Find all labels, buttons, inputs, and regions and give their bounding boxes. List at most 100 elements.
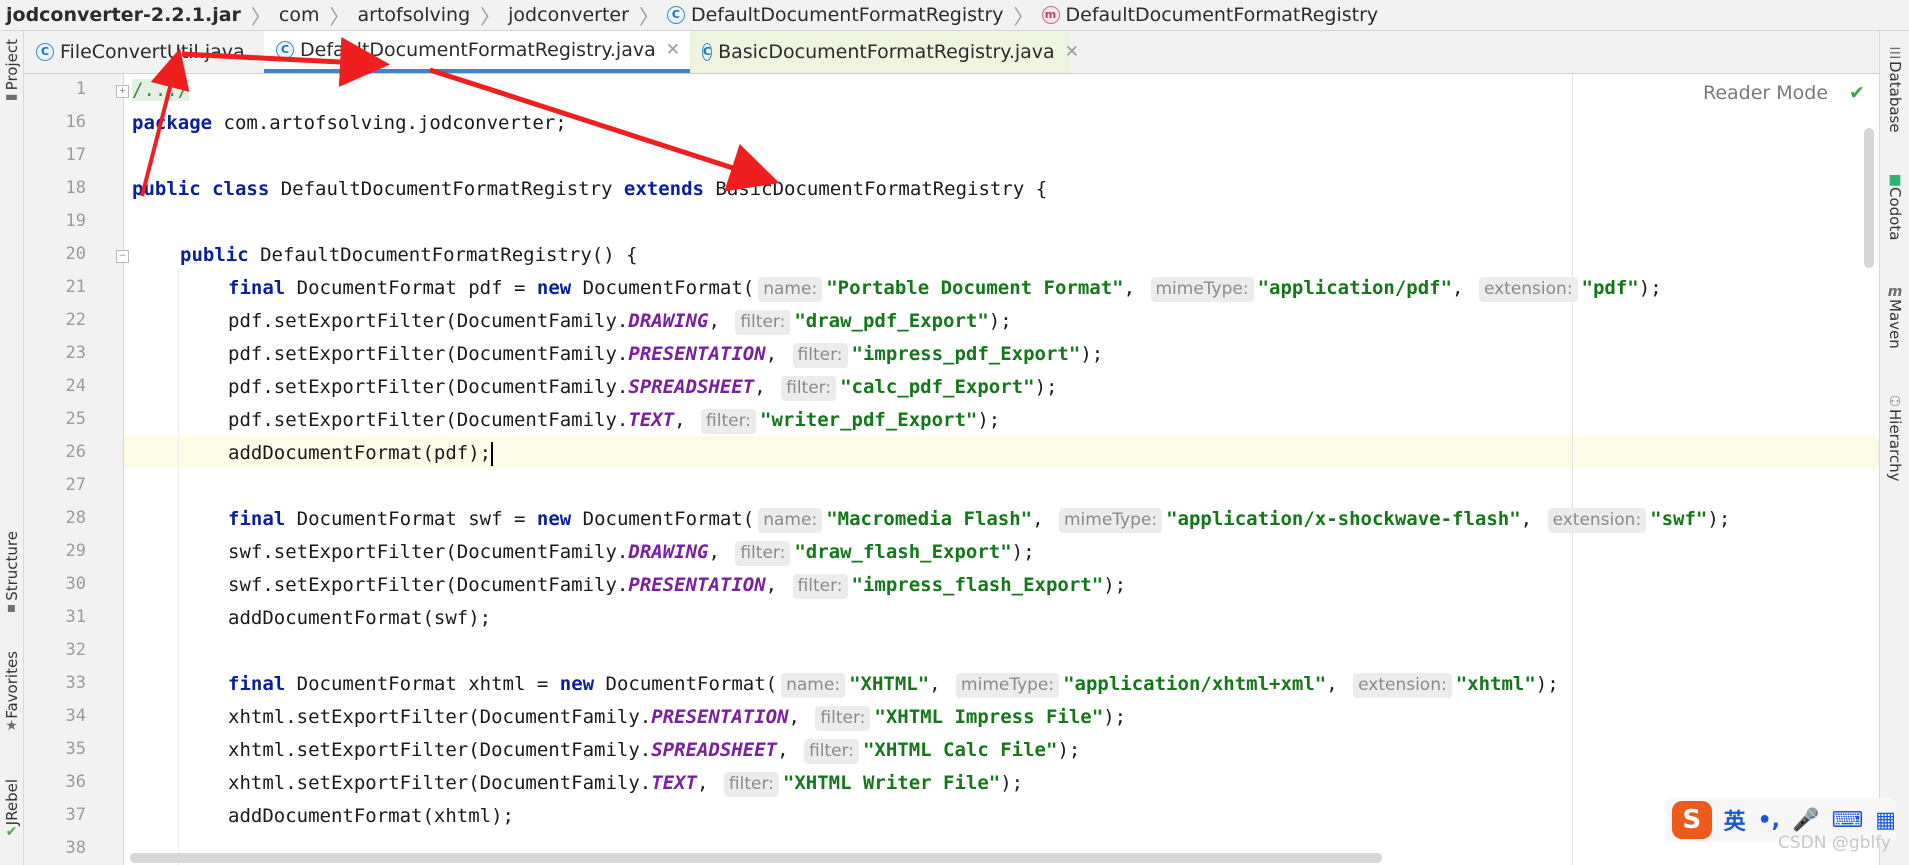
code-text: DocumentFormat pdf =: [285, 277, 537, 299]
keyboard-icon[interactable]: ⌨: [1831, 808, 1863, 833]
code-line-34: xhtml.setExportFilter(DocumentFamily.PRE…: [228, 701, 1126, 734]
parameter-hint: name:: [758, 508, 823, 533]
breadcrumb-method[interactable]: m DefaultDocumentFormatRegistry: [1034, 4, 1379, 26]
line-number: 28: [65, 508, 86, 528]
code-text: DefaultDocumentFormatRegistry: [269, 178, 624, 200]
line-number: 32: [65, 640, 86, 660]
microphone-icon[interactable]: 🎤: [1792, 808, 1819, 833]
vertical-scrollbar[interactable]: [1864, 128, 1874, 268]
tool-maven-label: Maven: [1886, 299, 1904, 349]
code-line-35: xhtml.setExportFilter(DocumentFamily.SPR…: [228, 734, 1080, 767]
class-icon: C: [276, 41, 294, 59]
left-tool-strip: Project ▬ Structure ▪ Favorites ★ JRebel…: [0, 31, 24, 865]
enum-constant: PRESENTATION: [628, 574, 766, 596]
checkmark-icon[interactable]: ✔: [1849, 82, 1865, 104]
close-icon[interactable]: ✕: [666, 40, 680, 60]
line-number: 31: [65, 607, 86, 627]
codota-icon: ■: [1888, 172, 1902, 188]
tab-file-convert-util[interactable]: C FileConvertUtil.java: [24, 31, 264, 73]
parameter-hint: extension:: [1478, 277, 1578, 302]
line-number: 29: [65, 541, 86, 561]
tab-basic-document-format-registry[interactable]: C BasicDocumentFormatRegistry.java ✕: [690, 31, 1079, 73]
line-number: 22: [65, 310, 86, 330]
code-text: addDocumentFormat(pdf);: [228, 442, 492, 464]
code-text: addDocumentFormat(swf);: [228, 607, 492, 629]
parameter-hint: filter:: [735, 310, 791, 335]
fold-toggle-icon[interactable]: −: [116, 250, 129, 263]
chevron-right-icon: 〉: [480, 4, 501, 29]
tool-favorites[interactable]: Favorites ★: [0, 651, 23, 733]
keyword: package: [132, 112, 213, 134]
enum-constant: DRAWING: [628, 541, 709, 563]
parameter-hint: filter:: [781, 376, 837, 401]
sogou-logo-icon[interactable]: S: [1672, 801, 1712, 839]
code-text: xhtml.setExportFilter(DocumentFamily.: [228, 739, 652, 761]
parameter-hint: filter:: [701, 409, 757, 434]
close-icon[interactable]: ✕: [1065, 42, 1079, 62]
code-text: swf.setExportFilter(DocumentFamily.: [228, 541, 629, 563]
reader-mode-button[interactable]: Reader Mode: [1703, 82, 1828, 104]
tool-hierarchy-label: Hierarchy: [1886, 409, 1904, 482]
breadcrumb-jar[interactable]: jodconverter-2.2.1.jar: [0, 4, 241, 26]
tool-maven[interactable]: m Maven: [1880, 285, 1909, 349]
keyword: public: [180, 244, 249, 266]
line-number: 35: [65, 739, 86, 759]
breadcrumb-method-label: DefaultDocumentFormatRegistry: [1065, 4, 1379, 26]
code-text: com.artofsolving.jodconverter;: [212, 112, 567, 134]
line-number: 37: [65, 805, 86, 825]
tool-database[interactable]: ☰ Database: [1880, 47, 1909, 133]
ime-language-toggle[interactable]: 英: [1724, 804, 1746, 836]
breadcrumb-class[interactable]: C DefaultDocumentFormatRegistry: [659, 4, 1004, 26]
string-literal: "impress_flash_Export": [851, 574, 1104, 596]
breadcrumb-artofsolving[interactable]: artofsolving: [350, 4, 471, 26]
tool-structure-label: Structure: [2, 531, 21, 601]
tool-structure[interactable]: Structure ▪: [0, 531, 23, 615]
code-line-33: final DocumentFormat xhtml = new Documen…: [228, 668, 1559, 701]
line-number: 34: [65, 706, 86, 726]
grid-menu-icon[interactable]: ▦: [1875, 808, 1896, 833]
star-icon: ★: [5, 717, 18, 734]
tab-label: DefaultDocumentFormatRegistry.java: [300, 39, 656, 61]
folded-comment[interactable]: /.../: [132, 79, 190, 101]
breadcrumb-com[interactable]: com: [271, 4, 320, 26]
code-line-29: swf.setExportFilter(DocumentFamily.DRAWI…: [228, 536, 1035, 569]
code-text: DocumentFormat(: [571, 508, 755, 530]
tool-project-label: Project: [2, 39, 21, 91]
parameter-hint: filter:: [792, 574, 848, 599]
code-line-23: pdf.setExportFilter(DocumentFamily.PRESE…: [228, 338, 1103, 371]
line-number: 18: [65, 178, 86, 198]
fold-toggle-icon[interactable]: +: [116, 85, 129, 98]
enum-constant: SPREADSHEET: [651, 739, 778, 761]
line-number: 1: [75, 79, 86, 99]
enum-constant: TEXT: [651, 772, 698, 794]
code-text: pdf.setExportFilter(DocumentFamily.: [228, 310, 629, 332]
code-text: DefaultDocumentFormatRegistry() {: [248, 244, 638, 266]
parameter-hint: filter:: [792, 343, 848, 368]
watermark: CSDN @gblfy: [1778, 833, 1891, 853]
code-text: xhtml.setExportFilter(DocumentFamily.: [228, 772, 652, 794]
string-literal: "Macromedia Flash": [826, 508, 1033, 530]
line-number: 33: [65, 673, 86, 693]
tool-hierarchy[interactable]: ⚇ Hierarchy: [1880, 395, 1909, 482]
class-icon: C: [702, 43, 713, 61]
code-line-18: public class DefaultDocumentFormatRegist…: [132, 173, 1047, 206]
string-literal: "application/x-shockwave-flash": [1166, 508, 1521, 530]
horizontal-scrollbar[interactable]: [130, 853, 1382, 863]
parameter-hint: mimeType:: [1150, 277, 1254, 302]
tool-jrebel[interactable]: JRebel ✔: [0, 779, 23, 839]
code-line-22: pdf.setExportFilter(DocumentFamily.DRAWI…: [228, 305, 1012, 338]
ime-punctuation-toggle[interactable]: •,: [1758, 808, 1780, 833]
tool-codota[interactable]: ■ Codota: [1880, 173, 1909, 240]
hierarchy-icon: ⚇: [1888, 394, 1902, 410]
tab-default-document-format-registry[interactable]: C DefaultDocumentFormatRegistry.java ✕: [264, 31, 690, 73]
keyword: extends: [623, 178, 704, 200]
tool-favorites-label: Favorites: [2, 651, 21, 719]
breadcrumb-jodconverter[interactable]: jodconverter: [500, 4, 629, 26]
string-literal: "pdf": [1581, 277, 1639, 299]
parameter-hint: filter:: [803, 739, 859, 764]
line-number: 25: [65, 409, 86, 429]
line-number: 24: [65, 376, 86, 396]
string-literal: "application/pdf": [1257, 277, 1453, 299]
database-icon: ☰: [1888, 46, 1902, 62]
tool-project[interactable]: Project ▬: [0, 39, 23, 104]
